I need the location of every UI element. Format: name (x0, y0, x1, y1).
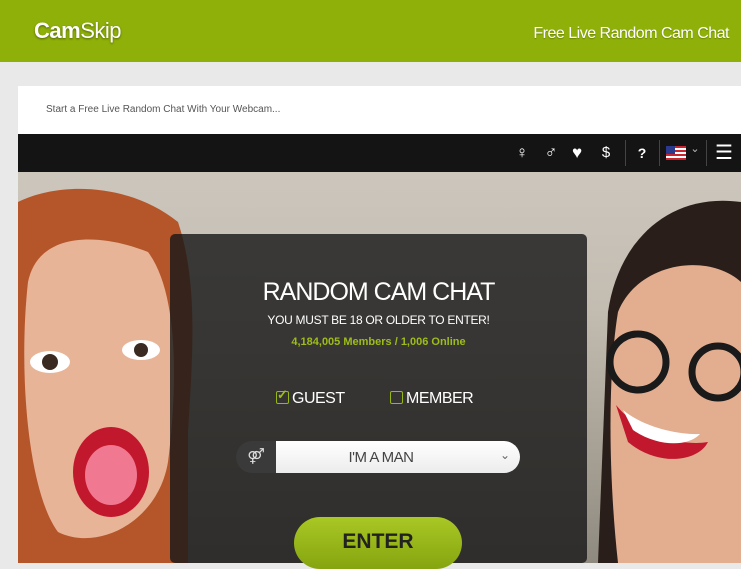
page-subtitle: Start a Free Live Random Chat With Your … (46, 104, 281, 115)
header-tagline: Free Live Random Cam Chat (533, 25, 729, 42)
header-bar: CamSkip Free Live Random Cam Chat (0, 0, 741, 62)
menu-icon[interactable]: ☰ (712, 140, 736, 166)
member-label: MEMBER (406, 390, 474, 407)
heart-icon[interactable]: ♥ (566, 140, 588, 166)
member-count: 4,184,005 Members / 1,006 Online (291, 336, 466, 348)
female-icon[interactable]: ♀ (512, 140, 532, 166)
gender-select-value: I'M A MAN (348, 449, 414, 466)
toolbar-divider (659, 140, 660, 166)
camskip-logo[interactable]: CamSkip (34, 18, 121, 44)
help-icon[interactable]: ? (634, 140, 650, 166)
enter-button[interactable]: ENTER (294, 517, 462, 569)
guest-checkbox[interactable] (276, 387, 289, 404)
panel-title: RANDOM CAM CHAT (262, 278, 496, 306)
member-checkbox[interactable] (390, 391, 403, 404)
member-option[interactable]: MEMBER (390, 390, 474, 408)
male-icon[interactable]: ♂ (540, 140, 562, 166)
dollar-icon[interactable]: $ (598, 140, 614, 166)
us-flag-icon[interactable] (666, 146, 686, 160)
gender-select[interactable]: I'M A MAN ⌄ (276, 441, 520, 473)
chevron-down-icon: ⌄ (499, 448, 510, 462)
toolbar-divider (706, 140, 707, 166)
gender-icon: ⚤ (236, 441, 276, 473)
age-warning: YOU MUST BE 18 OR OLDER TO ENTER! (267, 313, 490, 327)
toolbar: ♀ ♂ ♥ $ ? ⌄ ☰ (18, 134, 741, 172)
guest-label: GUEST (292, 390, 345, 407)
guest-option[interactable]: GUEST (276, 387, 345, 408)
language-chevron-icon[interactable]: ⌄ (688, 136, 702, 162)
toolbar-divider (625, 140, 626, 166)
